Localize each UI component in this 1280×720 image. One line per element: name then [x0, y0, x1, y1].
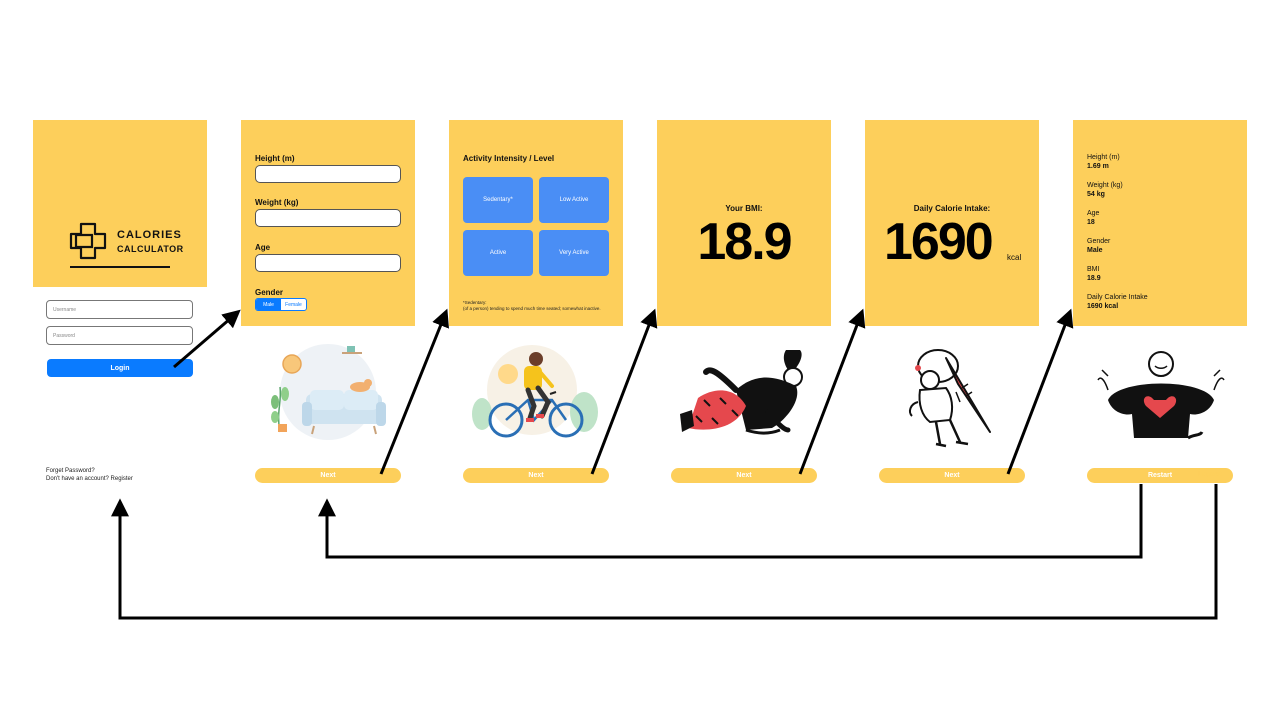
arrow-logout-to-login	[111, 484, 1218, 620]
arrow-details-to-activity	[379, 308, 449, 475]
arrow-bmi-to-calories	[798, 308, 866, 475]
arrow-activity-to-bmi	[590, 308, 658, 475]
arrow-restart-to-details	[318, 484, 1143, 559]
flow-arrows	[111, 308, 1218, 620]
arrow-calories-to-summary	[1006, 308, 1074, 475]
arrow-login-to-details	[173, 309, 241, 369]
